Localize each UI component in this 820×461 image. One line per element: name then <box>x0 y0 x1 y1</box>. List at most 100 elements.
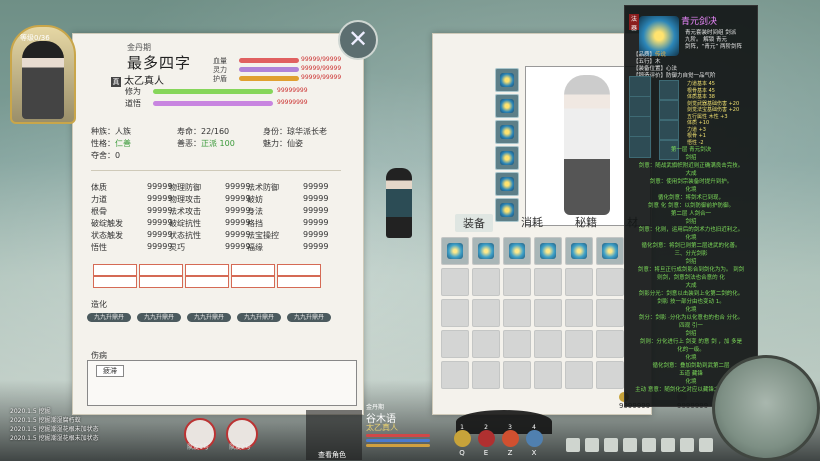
inventory-cell[interactable] <box>534 268 562 296</box>
evolution-slot[interactable] <box>185 264 229 276</box>
evolution-slot[interactable] <box>93 276 137 288</box>
progress-bar-fill <box>153 89 273 94</box>
inventory-cell[interactable] <box>441 330 469 358</box>
paper-doll-figure <box>564 75 610 215</box>
info-item: 善恶：正派 100 <box>177 138 235 149</box>
party-member-2-label: 队友2号 <box>229 444 251 451</box>
inventory-cell[interactable] <box>596 361 624 389</box>
skill-icon[interactable] <box>478 430 495 447</box>
stat-name: 福缘 <box>247 243 263 252</box>
evolution-pill[interactable]: 九九升鼎丹 <box>87 313 131 322</box>
stat-name: 法宝操控 <box>247 231 279 240</box>
tab-consumables[interactable]: 消耗 <box>521 214 543 230</box>
vital-bar-value: 99999/99999 <box>301 56 342 63</box>
injury-status-button[interactable]: 疲滞 <box>96 365 124 377</box>
evolution-title: 造化 <box>91 300 107 309</box>
inventory-cell[interactable] <box>472 299 500 327</box>
equipment-slot[interactable] <box>495 146 519 170</box>
stat-name: 法术攻击 <box>169 207 201 216</box>
vital-bar <box>239 67 299 72</box>
inventory-cell[interactable] <box>565 268 593 296</box>
inventory-cell[interactable] <box>472 361 500 389</box>
inventory-cell[interactable] <box>534 237 562 265</box>
close-button[interactable]: ✕ <box>338 20 378 60</box>
inventory-item-icon <box>509 243 525 259</box>
info-item: 魅力：仙姿 <box>263 138 303 149</box>
inventory-cell[interactable] <box>596 330 624 358</box>
inventory-cell[interactable] <box>565 330 593 358</box>
evolution-slot[interactable] <box>231 264 275 276</box>
inventory-cell[interactable] <box>565 299 593 327</box>
equipment-slot[interactable] <box>495 94 519 118</box>
menu-icon[interactable] <box>680 438 694 452</box>
character-portrait[interactable]: 等级0/36 <box>10 25 76 124</box>
inventory-cell[interactable] <box>503 237 531 265</box>
inventory-cell[interactable] <box>596 299 624 327</box>
inventory-cell[interactable] <box>472 330 500 358</box>
evolution-pill[interactable]: 九九升鼎丹 <box>187 313 231 322</box>
evolution-pill[interactable]: 九九升鼎丹 <box>237 313 281 322</box>
evolution-pill[interactable]: 九九升鼎丹 <box>137 313 181 322</box>
menu-icon[interactable] <box>699 438 713 452</box>
inventory-cell[interactable] <box>596 268 624 296</box>
equipment-slot[interactable] <box>495 68 519 92</box>
tooltip-skill-line: 三、分光剑影 <box>674 251 708 257</box>
skill-icon[interactable] <box>502 430 519 447</box>
menu-icon[interactable] <box>604 438 618 452</box>
evolution-slot[interactable] <box>139 264 183 276</box>
inventory-cell[interactable] <box>503 330 531 358</box>
evolution-pill[interactable]: 九九升鼎丹 <box>287 313 331 322</box>
sect-row: 真太乙真人 <box>111 72 164 87</box>
inventory-cell[interactable] <box>441 299 469 327</box>
info-key: 魅力： <box>263 139 287 148</box>
menu-icon[interactable] <box>642 438 656 452</box>
skill-icon[interactable] <box>526 430 543 447</box>
skill-icon[interactable] <box>454 430 471 447</box>
evolution-slot[interactable] <box>277 264 321 276</box>
player-character-sprite[interactable] <box>386 168 412 238</box>
menu-icon[interactable] <box>585 438 599 452</box>
inventory-cell[interactable] <box>503 299 531 327</box>
tooltip-skill-line: 剑意 化 剑意：以剑防御前护防御。 <box>648 203 734 209</box>
stat-name: 悟性 <box>91 243 107 252</box>
vital-bar <box>239 76 299 81</box>
inventory-cell[interactable] <box>565 237 593 265</box>
inventory-cell[interactable] <box>503 361 531 389</box>
inventory-cell[interactable] <box>565 361 593 389</box>
inventory-cell[interactable] <box>441 361 469 389</box>
stat-name: 物理攻击 <box>169 195 201 204</box>
inventory-cell[interactable] <box>472 237 500 265</box>
menu-icon[interactable] <box>623 438 637 452</box>
evolution-slot[interactable] <box>93 264 137 276</box>
menu-icon[interactable] <box>661 438 675 452</box>
evolution-slot[interactable] <box>277 276 321 288</box>
evolution-slot[interactable] <box>231 276 275 288</box>
evolution-slot[interactable] <box>139 276 183 288</box>
inventory-cell[interactable] <box>534 361 562 389</box>
inventory-cell[interactable] <box>534 299 562 327</box>
tab-manuals[interactable]: 秘籍 <box>575 214 597 230</box>
equipment-slot[interactable] <box>495 120 519 144</box>
tooltip-mini-slot <box>629 116 651 138</box>
stat-name: 破绽触发 <box>91 219 123 228</box>
tab-equipment[interactable]: 装备 <box>455 214 493 232</box>
tooltip-skill-line: 则剑，剑意剑法也合意的 化 <box>657 275 725 281</box>
evolution-slot[interactable] <box>185 276 229 288</box>
inventory-cell[interactable] <box>441 268 469 296</box>
inventory-item-icon <box>540 243 556 259</box>
inventory-cell[interactable] <box>534 330 562 358</box>
inventory-cell[interactable] <box>503 268 531 296</box>
tooltip-skill-line: 剑意：使用剑宗装备时提升到护。 <box>649 179 733 185</box>
stat-name: 灵巧 <box>169 243 185 252</box>
inventory-cell[interactable] <box>596 237 624 265</box>
equipment-slot[interactable] <box>495 198 519 222</box>
inventory-cell[interactable] <box>441 237 469 265</box>
tooltip-skill-line: 四观 引一 <box>679 323 703 329</box>
inventory-cell[interactable] <box>472 268 500 296</box>
menu-icon[interactable] <box>566 438 580 452</box>
minimap[interactable] <box>712 355 820 461</box>
stat-name: 力道 <box>91 195 107 204</box>
tooltip-skill-line: 剑意：化则，运用后的剑术力也旧近利之。 <box>638 227 744 233</box>
equipment-slot[interactable] <box>495 172 519 196</box>
tooltip-skill-line: 化境 <box>685 235 697 241</box>
